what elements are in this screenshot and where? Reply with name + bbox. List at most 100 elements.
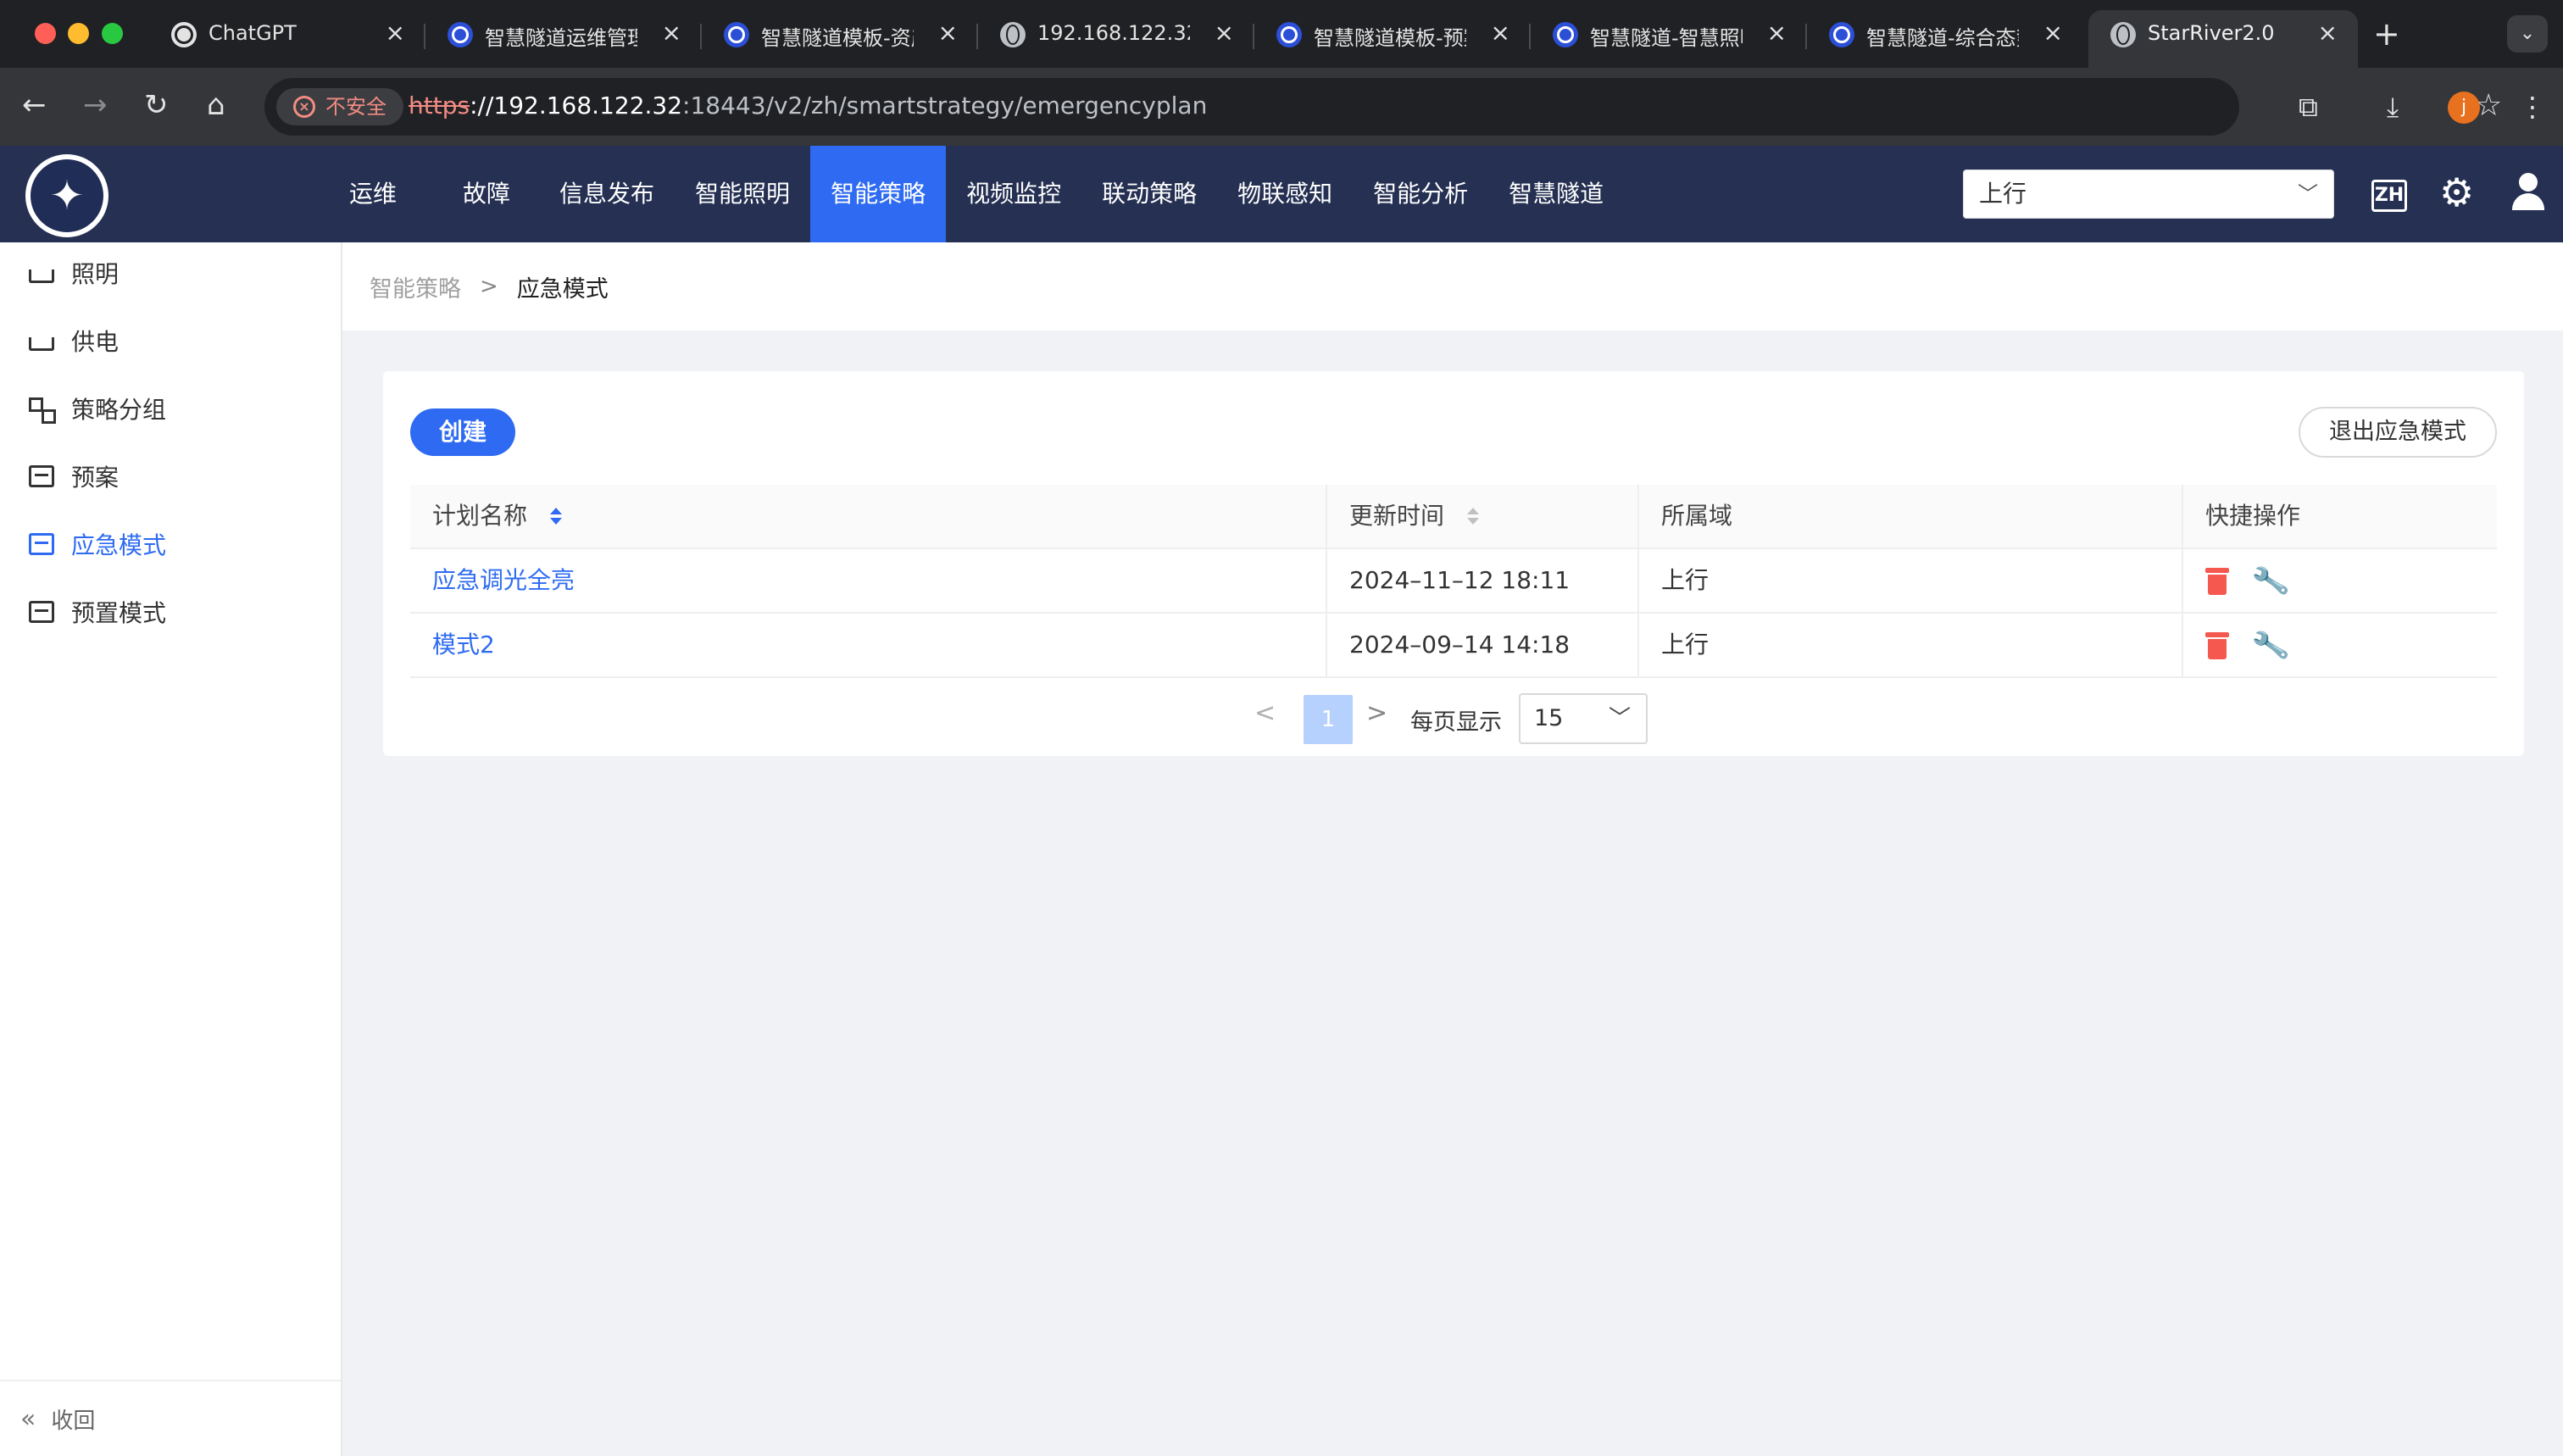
profile-avatar[interactable]: j: [2448, 92, 2480, 124]
sidebar-item-label: 预置模式: [71, 599, 167, 627]
emergency-plan-card: 创建 退出应急模式 计划名称 更新时间 所属域 快捷操作 应急调光全亮 2024…: [383, 371, 2524, 756]
browser-tab-active[interactable]: StarRiver2.0 ×: [2088, 10, 2358, 68]
quick-actions: 🔧: [2183, 549, 2497, 614]
gear-icon[interactable]: ⚙: [2439, 171, 2474, 214]
sidebar-item-power[interactable]: 供电: [0, 310, 342, 371]
url-text[interactable]: https://192.168.122.32:18443/v2/zh/smart…: [409, 92, 1207, 119]
app-blue-icon: [1829, 22, 1854, 47]
tab-title: 智慧隧道模板-资产: [761, 26, 914, 50]
nav-item-linkage[interactable]: 联动策略: [1081, 146, 1217, 242]
window-close-button[interactable]: [35, 23, 56, 44]
create-button[interactable]: 创建: [410, 408, 515, 456]
exit-emergency-mode-button[interactable]: 退出应急模式: [2299, 407, 2497, 458]
close-icon[interactable]: ×: [938, 19, 958, 47]
nav-item-smart-lighting[interactable]: 智能照明: [675, 146, 810, 242]
breadcrumb-parent[interactable]: 智能策略: [370, 270, 461, 303]
security-chip[interactable]: × 不安全: [276, 88, 403, 125]
browser-tab[interactable]: 智慧隧道模板-资产 ×: [702, 10, 978, 68]
nav-item-iot[interactable]: 物联感知: [1217, 146, 1353, 242]
chevron-left-icon[interactable]: <: [1254, 698, 1276, 728]
wrench-icon[interactable]: 🔧: [2250, 626, 2292, 666]
close-icon[interactable]: ×: [386, 19, 405, 47]
nav-item-operations[interactable]: 运维: [322, 146, 444, 242]
sidebar-collapse-button[interactable]: « 收回: [0, 1380, 341, 1456]
nav-item-analytics[interactable]: 智能分析: [1353, 146, 1488, 242]
column-header-updated[interactable]: 更新时间: [1327, 485, 1639, 549]
nav-item-smart-tunnel[interactable]: 智慧隧道: [1488, 146, 1624, 242]
reload-icon[interactable]: ↻: [144, 88, 169, 122]
new-tab-button[interactable]: +: [2373, 15, 2400, 53]
globe-icon: [2110, 22, 2136, 47]
nav-item-info-publish[interactable]: 信息发布: [539, 146, 675, 242]
nav-item-video[interactable]: 视频监控: [946, 146, 1081, 242]
nav-item-smart-strategy[interactable]: 智能策略: [810, 146, 947, 242]
plan-name-link[interactable]: 应急调光全亮: [432, 566, 575, 594]
sidebar-item-emergency-mode[interactable]: 应急模式: [0, 514, 342, 575]
tab-title: ChatGPT: [208, 21, 297, 45]
browser-tab[interactable]: 192.168.122.32 ×: [978, 10, 1254, 68]
plan-domain: 上行: [1639, 549, 2183, 614]
calendar-icon: [29, 533, 54, 555]
plan-name-link[interactable]: 模式2: [432, 631, 495, 659]
column-header-domain: 所属域: [1639, 485, 2183, 549]
table-row: 模式2 2024–09–14 14:18 上行 🔧: [410, 614, 2497, 678]
top-navigation: 运维 故障 信息发布 智能照明 智能策略 视频监控 联动策略 物联感知 智能分析…: [322, 146, 1624, 242]
pagination: < 1 > 每页显示 15 ﹀: [383, 693, 2524, 744]
url-path: :18443/v2/zh/smartstrategy/emergencyplan: [682, 92, 1208, 119]
wrench-icon[interactable]: 🔧: [2250, 562, 2292, 602]
chevron-down-icon: ﹀: [2298, 182, 2318, 206]
chevron-right-icon[interactable]: >: [1366, 698, 1387, 728]
home-icon[interactable]: ⌂: [207, 88, 225, 122]
browser-tab[interactable]: ChatGPT ×: [149, 10, 425, 68]
app-logo[interactable]: ✦: [25, 154, 108, 237]
sort-icon[interactable]: [549, 508, 562, 526]
sidebar-item-plans[interactable]: 预案: [0, 446, 342, 507]
quick-actions: 🔧: [2183, 614, 2497, 678]
tab-title: 智慧隧道-综合态势: [1866, 26, 2019, 50]
page-size-label: 每页显示: [1410, 709, 1502, 736]
logo-mark-icon: ✦: [31, 159, 103, 232]
collapse-label: 收回: [51, 1408, 96, 1434]
extensions-icon[interactable]: ⧉: [2299, 90, 2318, 124]
browser-tab[interactable]: 智慧隧道-综合态势 ×: [1807, 10, 2083, 68]
sidebar-item-strategy-groups[interactable]: 策略分组: [0, 378, 342, 439]
language-switch[interactable]: ZH: [2371, 180, 2407, 212]
trash-icon[interactable]: [2205, 568, 2229, 595]
plan-updated-time: 2024–11–12 18:11: [1327, 549, 1639, 614]
close-icon[interactable]: ×: [1215, 19, 1234, 47]
trash-icon[interactable]: [2205, 632, 2229, 659]
nav-item-faults[interactable]: 故障: [444, 146, 539, 242]
tab-title: 智慧隧道模板-预案: [1314, 26, 1466, 50]
sidebar-item-lighting[interactable]: 照明: [0, 242, 342, 303]
window-minimize-button[interactable]: [68, 23, 89, 44]
forward-icon[interactable]: →: [83, 88, 108, 122]
sidebar-item-label: 应急模式: [71, 531, 167, 559]
page-size-select[interactable]: 15 ﹀: [1519, 693, 1648, 744]
page-number-current[interactable]: 1: [1304, 695, 1353, 744]
download-icon[interactable]: ⤓: [2387, 90, 2399, 124]
close-icon[interactable]: ×: [1491, 19, 1510, 47]
tab-title: 智慧隧道运维管理: [485, 26, 637, 50]
insecure-icon: ×: [293, 96, 315, 118]
user-icon[interactable]: [2509, 173, 2548, 212]
close-icon[interactable]: ×: [1767, 19, 1787, 47]
sidebar-item-label: 照明: [71, 260, 120, 288]
plan-updated-time: 2024–09–14 14:18: [1327, 614, 1639, 678]
browser-tab[interactable]: 智慧隧道模板-预案 ×: [1254, 10, 1531, 68]
close-icon[interactable]: ×: [2318, 19, 2338, 47]
tab-search-button[interactable]: ⌄: [2507, 15, 2548, 53]
window-maximize-button[interactable]: [102, 23, 123, 44]
close-icon[interactable]: ×: [2043, 19, 2063, 47]
column-header-name[interactable]: 计划名称: [410, 485, 1327, 549]
kebab-menu-icon[interactable]: ⋮: [2519, 90, 2546, 124]
url-scheme: https: [409, 92, 470, 119]
browser-tab[interactable]: 智慧隧道-智慧照明 ×: [1531, 10, 1807, 68]
region-select[interactable]: 上行 ﹀: [1963, 169, 2334, 219]
back-icon[interactable]: ←: [22, 88, 47, 122]
chevron-down-icon: ﹀: [1608, 706, 1631, 731]
close-icon[interactable]: ×: [662, 19, 681, 47]
sidebar-item-preset-mode[interactable]: 预置模式: [0, 581, 342, 642]
sort-icon[interactable]: [1466, 508, 1479, 526]
address-bar[interactable]: × 不安全 https://192.168.122.32:18443/v2/zh…: [264, 78, 2502, 136]
browser-tab[interactable]: 智慧隧道运维管理 ×: [425, 10, 702, 68]
